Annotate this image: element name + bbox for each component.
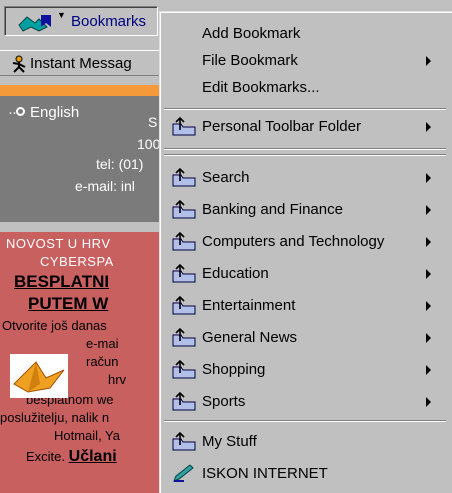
bookmarks-icon xyxy=(17,13,55,37)
menu-item-file-bookmark[interactable]: File Bookmark xyxy=(164,47,446,74)
radio-icon xyxy=(16,107,25,116)
menu-separator xyxy=(164,108,446,110)
promo-line: NOVOST U HRV xyxy=(6,236,111,251)
menu-item-label: My Stuff xyxy=(202,433,257,450)
menu-item-edit-bookmarks[interactable]: Edit Bookmarks... xyxy=(164,74,446,101)
menu-item-label: File Bookmark xyxy=(202,52,298,69)
folder-icon xyxy=(172,391,196,415)
submenu-arrow-icon xyxy=(426,333,431,343)
folder-icon xyxy=(172,359,196,383)
submenu-arrow-icon xyxy=(426,269,431,279)
menu-item-label: Computers and Technology xyxy=(202,233,385,250)
menu-item-label: Personal Toolbar Folder xyxy=(202,118,361,135)
submenu-arrow-icon xyxy=(426,56,431,66)
folder-icon xyxy=(172,167,196,191)
contact-tel: tel: (01) xyxy=(96,156,144,172)
menu-item-sports[interactable]: Sports xyxy=(164,388,446,415)
promo-line: Otvorite još danas xyxy=(2,318,107,333)
bookmark-icon xyxy=(172,463,196,487)
promo-headline[interactable]: PUTEM W xyxy=(28,294,165,314)
promo-signup-link[interactable]: Učlani xyxy=(69,448,117,465)
contact-fragment-s: S xyxy=(148,114,158,130)
folder-icon xyxy=(172,263,196,287)
promo-line: poslužitelju, nalik n xyxy=(0,410,110,425)
language-option[interactable]: ·· English xyxy=(8,104,79,121)
menu-item-computers-and-technology[interactable]: Computers and Technology xyxy=(164,228,446,255)
promo-line: Excite. Učlani xyxy=(26,448,165,466)
menu-item-entertainment[interactable]: Entertainment xyxy=(164,292,446,319)
menu-item-label: Banking and Finance xyxy=(202,201,343,218)
menu-separator xyxy=(164,154,446,156)
menu-separator xyxy=(164,420,446,422)
folder-icon xyxy=(172,295,196,319)
menu-item-label: Entertainment xyxy=(202,297,296,314)
menu-item-label: General News xyxy=(202,329,298,346)
submenu-arrow-icon xyxy=(426,237,431,247)
folder-icon xyxy=(172,431,196,455)
menu-item-general-news[interactable]: General News xyxy=(164,324,446,351)
origami-bird-image xyxy=(10,354,68,398)
promo-line: e-mai xyxy=(86,336,119,351)
folder-icon xyxy=(172,231,196,255)
folder-icon xyxy=(172,327,196,351)
menu-item-education[interactable]: Education xyxy=(164,260,446,287)
menu-item-personal-toolbar-folder[interactable]: Personal Toolbar Folder xyxy=(164,113,446,140)
promo-panel: NOVOST U HRV CYBERSPA BESPLATNI PUTEM W … xyxy=(0,232,165,493)
menu-item-add-bookmark[interactable]: Add Bookmark xyxy=(164,20,446,47)
menu-separator xyxy=(164,148,446,150)
contact-email: e-mail: inl xyxy=(75,178,135,194)
menu-item-search[interactable]: Search xyxy=(164,164,446,191)
submenu-arrow-icon xyxy=(426,397,431,407)
orange-band xyxy=(0,85,165,96)
language-label: English xyxy=(30,104,80,121)
submenu-arrow-icon xyxy=(426,173,431,183)
folder-icon xyxy=(172,199,196,223)
promo-line-part: Excite. xyxy=(26,449,66,464)
contact-fragment-num: 100 xyxy=(137,136,161,152)
promo-line: račun xyxy=(86,354,119,369)
contact-panel: ·· English S 100 tel: (01) e-mail: inl xyxy=(0,96,165,222)
promo-headline[interactable]: BESPLATNI xyxy=(14,272,165,292)
bookmarks-button[interactable]: ▼ Bookmarks xyxy=(4,6,158,36)
folder-icon xyxy=(172,116,196,140)
promo-line: Hotmail, Ya xyxy=(54,428,120,443)
menu-item-banking-and-finance[interactable]: Banking and Finance xyxy=(164,196,446,223)
chevron-down-icon: ▼ xyxy=(57,10,66,20)
submenu-arrow-icon xyxy=(426,122,431,132)
menu-item-iskon-internet[interactable]: ISKON INTERNET xyxy=(164,460,446,487)
menu-item-label: Add Bookmark xyxy=(202,25,301,42)
instant-messenger-label: Instant Messag xyxy=(30,55,132,72)
menu-item-label: Education xyxy=(202,265,269,282)
promo-line: hrv xyxy=(108,372,127,387)
menu-item-label: Shopping xyxy=(202,361,266,378)
bookmarks-button-label: Bookmarks xyxy=(71,13,147,30)
menu-item-my-stuff[interactable]: My Stuff xyxy=(164,428,446,455)
promo-line: CYBERSPA xyxy=(40,254,114,269)
instant-messenger-button[interactable]: Instant Messag xyxy=(0,50,165,76)
menu-item-label: Sports xyxy=(202,393,246,410)
submenu-arrow-icon xyxy=(426,301,431,311)
browser-page-strip: ▼ Bookmarks Instant Messag ·· English S 1… xyxy=(0,0,165,493)
menu-item-label: Edit Bookmarks... xyxy=(202,79,320,96)
instant-messenger-icon xyxy=(10,55,28,77)
bookmarks-menu: Add Bookmark File Bookmark Edit Bookmark… xyxy=(159,11,452,493)
menu-item-label: Search xyxy=(202,169,250,186)
submenu-arrow-icon xyxy=(426,205,431,215)
menu-item-label: ISKON INTERNET xyxy=(202,465,328,482)
menu-item-shopping[interactable]: Shopping xyxy=(164,356,446,383)
submenu-arrow-icon xyxy=(426,365,431,375)
